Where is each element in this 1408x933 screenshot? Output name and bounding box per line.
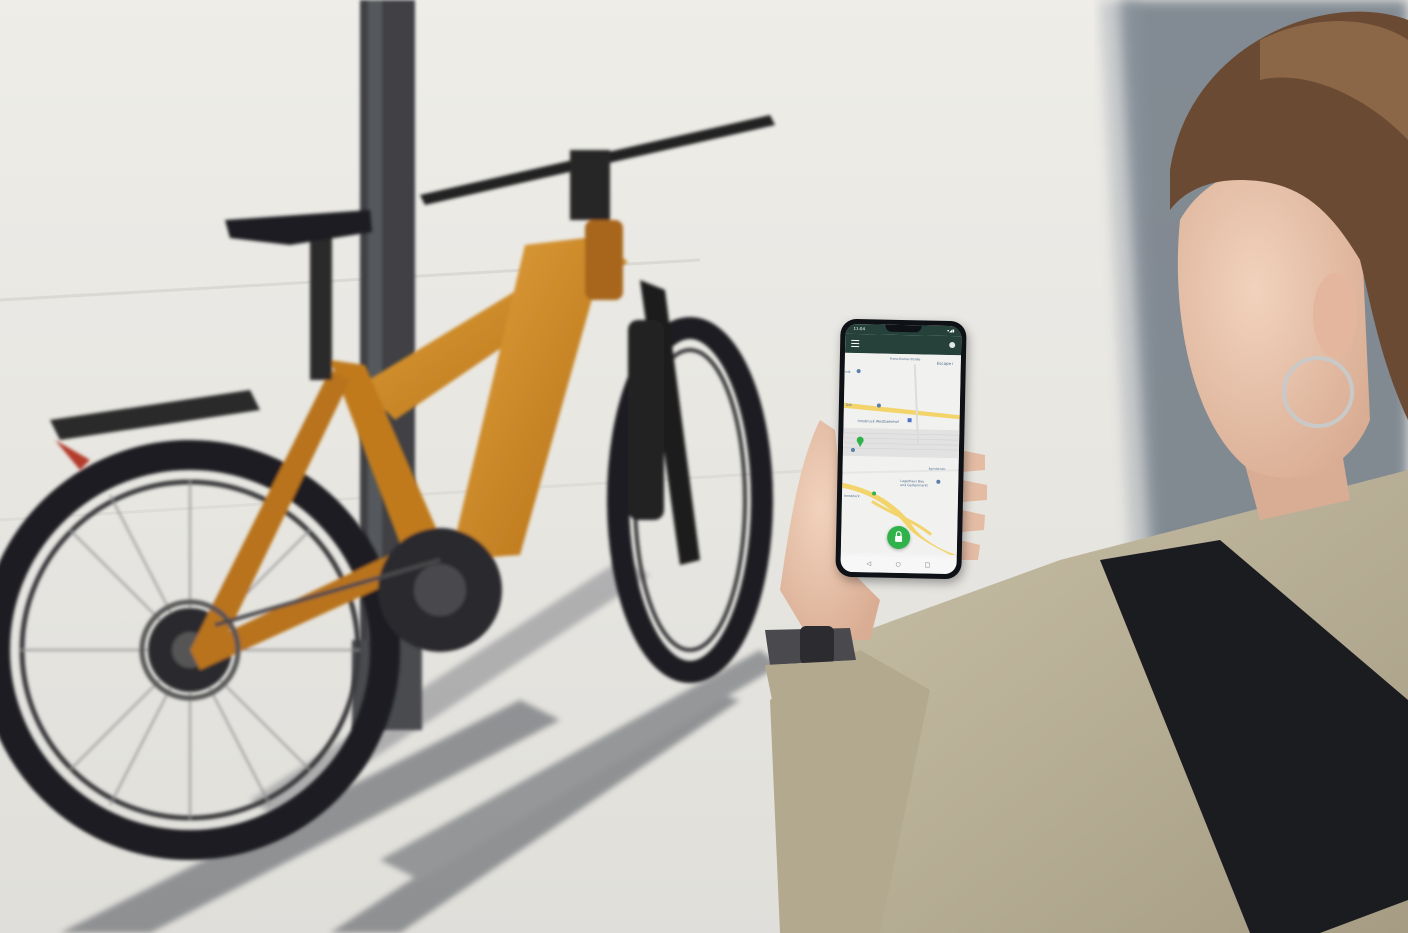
phone-screen: 11:04 ▾◢▮ Franz-Fischer-Straße Escape i … [840,323,962,575]
map-label-lagerhaus-2: und Gartenmarkt [900,483,928,488]
smartphone: 11:04 ▾◢▮ Franz-Fischer-Straße Escape i … [835,318,967,580]
menu-icon[interactable] [851,339,860,348]
map-label-left-poi: rvik [845,370,851,374]
map-label-innsbruck: Innsbruck [844,494,860,498]
android-nav-bar: ◁ ○ □ [840,555,957,575]
map-label-station: Innsbruck Westbahnhof [858,419,900,424]
app-bar [845,333,962,356]
recents-nav-icon[interactable]: □ [924,562,931,570]
map-label-escape: Escape i [937,361,954,366]
map-label-top-street: Franz-Fischer-Straße [890,357,921,362]
lock-button[interactable] [886,525,911,550]
location-icon[interactable] [949,341,956,349]
photo-background [0,0,1408,933]
photo-scene: 11:04 ▾◢▮ Franz-Fischer-Straße Escape i … [0,0,1408,933]
home-nav-icon[interactable]: ○ [895,561,901,569]
phone-notch [885,324,922,333]
map-view[interactable]: Franz-Fischer-Straße Escape i Innsbruck … [840,352,961,556]
map-label-side-street: Egerdachstr. [929,467,947,471]
status-icons: ▾◢▮ [947,327,955,334]
back-nav-icon[interactable]: ◁ [866,560,872,568]
map-label-dell: Dell [846,403,852,407]
lock-icon [895,531,903,543]
status-time: 11:04 [853,325,866,332]
train-station-icon [907,418,912,423]
